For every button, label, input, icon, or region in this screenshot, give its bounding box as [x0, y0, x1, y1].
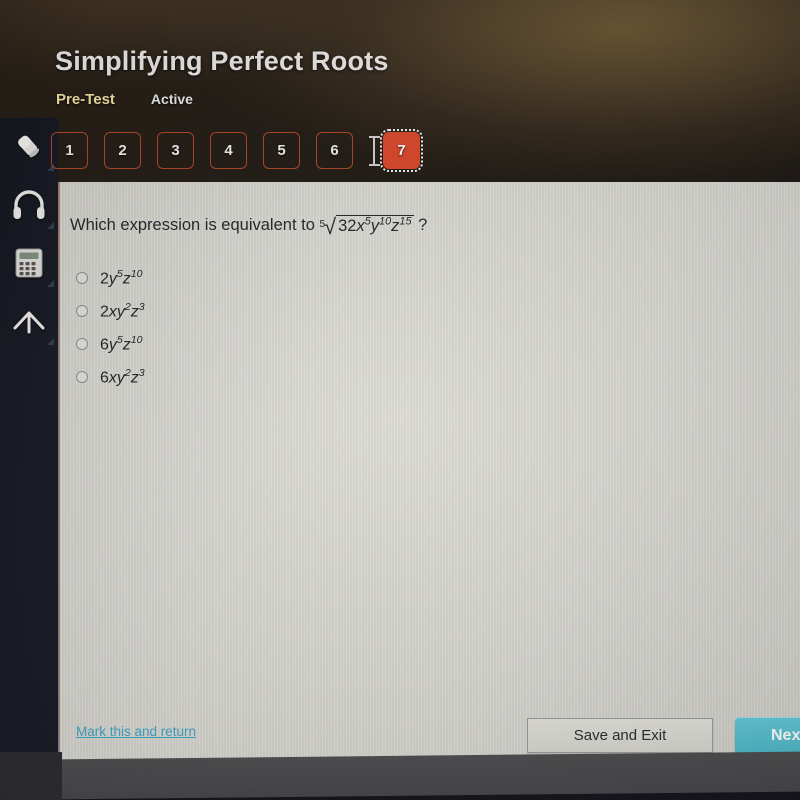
term-base: y — [108, 270, 117, 288]
next-button[interactable]: Next — [735, 717, 800, 754]
test-meta-row: Pre-Test Active — [56, 91, 193, 108]
term-base: 32 — [338, 217, 357, 235]
mark-this-and-return-link[interactable]: Mark this and return — [76, 724, 196, 739]
eraser-icon — [12, 130, 46, 164]
question-tab-3[interactable]: 3 — [157, 132, 194, 169]
tool-rail — [0, 118, 58, 778]
question-tab-label: 1 — [65, 142, 74, 159]
bottom-bezel-left — [0, 752, 62, 800]
question-prompt: Which expression is equivalent to 5√ 32x5… — [70, 214, 428, 239]
radio-button-d[interactable] — [76, 371, 88, 383]
panel-left-edge — [58, 182, 60, 762]
answer-option-label: 2xy2z3 — [100, 301, 145, 321]
text-cursor-icon — [369, 135, 380, 166]
question-tab-6[interactable]: 6 — [316, 132, 353, 169]
question-prompt-suffix: ? — [418, 216, 428, 234]
answer-option-label: 6y5z10 — [100, 334, 143, 354]
term-base: x — [356, 217, 365, 235]
question-tab-label: 7 — [397, 142, 406, 159]
answer-option-d[interactable]: 6xy2z3 — [76, 367, 145, 392]
term-base: z — [122, 270, 131, 288]
sidebar-item-scroll-up-tool[interactable] — [0, 292, 58, 350]
term-base: x — [108, 303, 117, 321]
rail-corner-marker — [47, 280, 54, 287]
question-tab-label: 5 — [277, 142, 286, 159]
term-exponent: 3 — [138, 367, 145, 379]
page-title: Simplifying Perfect Roots — [55, 46, 389, 76]
arrow-up-icon — [11, 304, 47, 338]
answer-option-c[interactable]: 6y5z10 — [76, 334, 145, 359]
radicand: 32x5y10z15 — [336, 215, 414, 235]
term-base: 2 — [100, 303, 109, 321]
radio-button-b[interactable] — [76, 305, 88, 317]
term-base: 6 — [100, 369, 109, 387]
question-tab-5[interactable]: 5 — [263, 132, 300, 169]
term-base: z — [122, 336, 131, 354]
question-tab-1[interactable]: 1 — [51, 132, 88, 169]
question-tab-label: 4 — [224, 142, 233, 159]
calculator-icon — [13, 246, 45, 280]
sidebar-item-calculator-tool[interactable] — [0, 234, 58, 292]
question-tab-7[interactable]: 7 — [380, 129, 423, 172]
save-and-exit-button[interactable]: Save and Exit — [527, 718, 713, 753]
radio-button-c[interactable] — [76, 338, 88, 350]
question-tab-4[interactable]: 4 — [210, 132, 247, 169]
sidebar-item-eraser-tool[interactable] — [0, 118, 58, 176]
question-tab-label: 3 — [171, 142, 180, 159]
test-type-label: Pre-Test — [56, 91, 115, 108]
answer-option-label: 6xy2z3 — [100, 367, 145, 387]
radical-sign-icon: √ — [324, 214, 337, 239]
term-base: y — [370, 217, 380, 235]
term-base: y — [116, 303, 125, 321]
question-prompt-prefix: Which expression is equivalent to — [70, 216, 315, 234]
answer-option-label: 2y5z10 — [100, 268, 143, 288]
term-base: y — [108, 336, 117, 354]
question-tab-2[interactable]: 2 — [104, 132, 141, 169]
rail-corner-marker — [47, 338, 54, 345]
radical-expression: 5√ 32x5y10z15 — [319, 214, 414, 239]
answer-option-b[interactable]: 2xy2z3 — [76, 301, 145, 326]
radio-button-a[interactable] — [76, 272, 88, 284]
term-base: 2 — [100, 270, 109, 288]
sidebar-item-audio-tool[interactable] — [0, 176, 58, 234]
quiz-screenshot: Simplifying Perfect Roots Pre-Test Activ… — [0, 0, 800, 800]
term-base: z — [130, 303, 139, 321]
bottom-bezel — [0, 751, 800, 800]
question-tab-label: 2 — [118, 142, 127, 159]
term-base: x — [108, 369, 117, 387]
term-exponent: 10 — [379, 215, 392, 228]
term-base: z — [130, 369, 139, 387]
term-base: y — [116, 369, 125, 387]
status-badge: Active — [150, 91, 193, 107]
question-panel — [58, 182, 800, 762]
rail-corner-marker — [47, 222, 54, 229]
answer-option-a[interactable]: 2y5z10 — [76, 268, 145, 293]
question-tabs: 1 2 3 4 5 6 7 — [51, 129, 423, 172]
term-exponent: 10 — [130, 334, 143, 346]
term-exponent: 3 — [138, 301, 145, 313]
term-base: 6 — [100, 336, 109, 354]
headphones-icon — [11, 188, 47, 222]
term-exponent: 15 — [399, 215, 412, 228]
term-exponent: 10 — [130, 268, 143, 280]
answer-options: 2y5z10 2xy2z3 6y5z10 6xy2z3 — [76, 268, 145, 400]
question-tab-label: 6 — [330, 142, 339, 159]
